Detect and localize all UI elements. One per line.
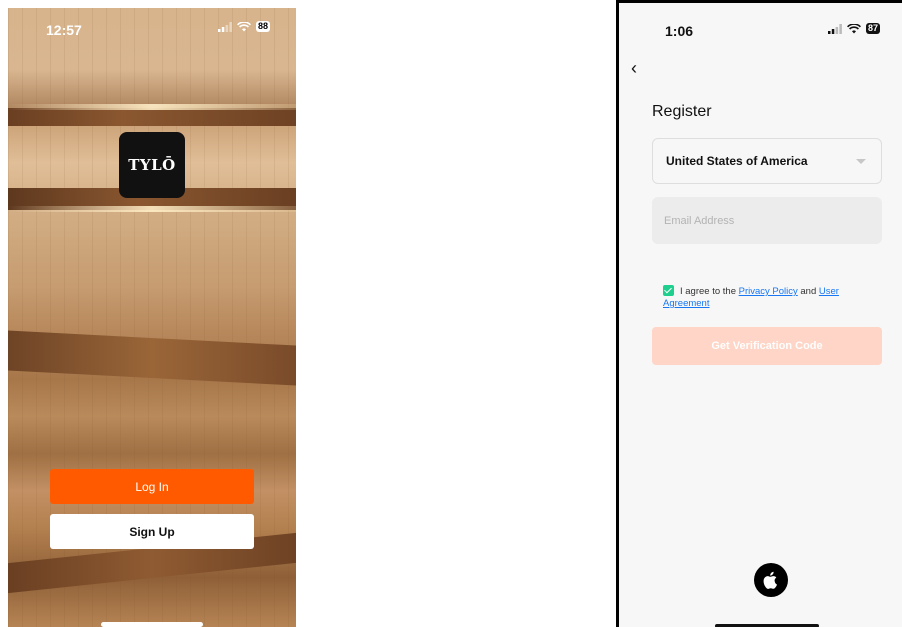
brand-logo: TYLŌ [119, 132, 185, 198]
country-select[interactable]: United States of America [652, 138, 882, 184]
chevron-left-icon: ‹ [631, 58, 637, 78]
status-bar: 12:57 88 [8, 8, 296, 48]
agree-checkbox[interactable] [663, 285, 674, 296]
privacy-policy-link[interactable]: Privacy Policy [739, 286, 798, 297]
register-screen: 1:06 87 ‹ Register United States of Amer… [616, 0, 902, 627]
login-button[interactable]: Log In [50, 469, 254, 504]
country-value: United States of America [666, 154, 808, 168]
signal-icon [827, 23, 842, 34]
signup-button[interactable]: Sign Up [50, 514, 254, 549]
caret-down-icon [856, 159, 866, 164]
email-input[interactable] [652, 197, 882, 244]
sauna-bench [8, 108, 296, 126]
get-verification-code-button[interactable]: Get Verification Code [652, 327, 882, 365]
signal-icon [217, 21, 232, 32]
status-bar: 1:06 87 [619, 3, 902, 43]
battery-icon: 88 [255, 21, 270, 32]
apple-icon [763, 571, 777, 589]
status-time: 12:57 [46, 22, 82, 38]
agreement-text: I agree to the [680, 286, 736, 297]
status-time: 1:06 [665, 23, 694, 39]
wifi-icon [237, 21, 251, 31]
apple-signin-button[interactable] [754, 563, 788, 597]
home-indicator[interactable] [101, 622, 203, 627]
wifi-icon [847, 23, 861, 33]
agreement-row: I agree to the Privacy Policy and User A… [663, 285, 883, 310]
agreement-conjunction: and [800, 286, 817, 297]
page-title: Register [652, 103, 712, 120]
back-button[interactable]: ‹ [631, 59, 637, 77]
welcome-screen: 12:57 88 TYLŌ Log In Sign Up [8, 8, 296, 627]
battery-icon: 87 [865, 23, 880, 34]
